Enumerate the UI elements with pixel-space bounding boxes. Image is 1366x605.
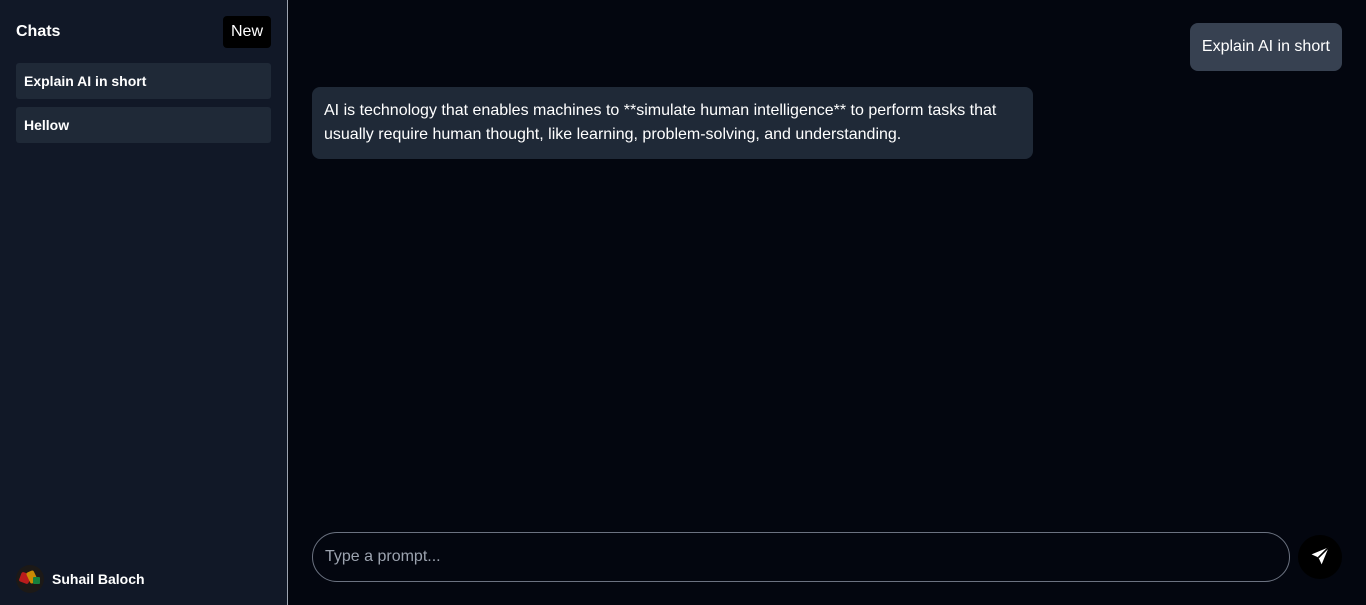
new-chat-button[interactable]: New: [222, 15, 271, 48]
composer: [312, 532, 1342, 582]
chat-list-item[interactable]: Hellow: [16, 107, 271, 143]
sidebar-header: Chats New: [16, 15, 271, 48]
chat-list-item[interactable]: Explain AI in short: [16, 63, 271, 99]
user-name: Suhail Baloch: [52, 571, 145, 587]
ai-message-bubble: AI is technology that enables machines t…: [312, 87, 1033, 159]
prompt-input[interactable]: [312, 532, 1290, 582]
sidebar-title: Chats: [16, 22, 61, 40]
chat-list: Explain AI in short Hellow: [16, 63, 271, 143]
app-root: Chats New Explain AI in short Hellow Suh…: [0, 0, 1366, 605]
chat-main: Explain AI in short AI is technology tha…: [288, 0, 1366, 605]
sidebar: Chats New Explain AI in short Hellow Suh…: [0, 0, 288, 605]
user-message-bubble: Explain AI in short: [1189, 23, 1342, 71]
paper-plane-icon: [1309, 545, 1331, 570]
avatar: [16, 565, 44, 593]
user-profile[interactable]: Suhail Baloch: [16, 565, 145, 593]
send-button[interactable]: [1298, 535, 1342, 579]
